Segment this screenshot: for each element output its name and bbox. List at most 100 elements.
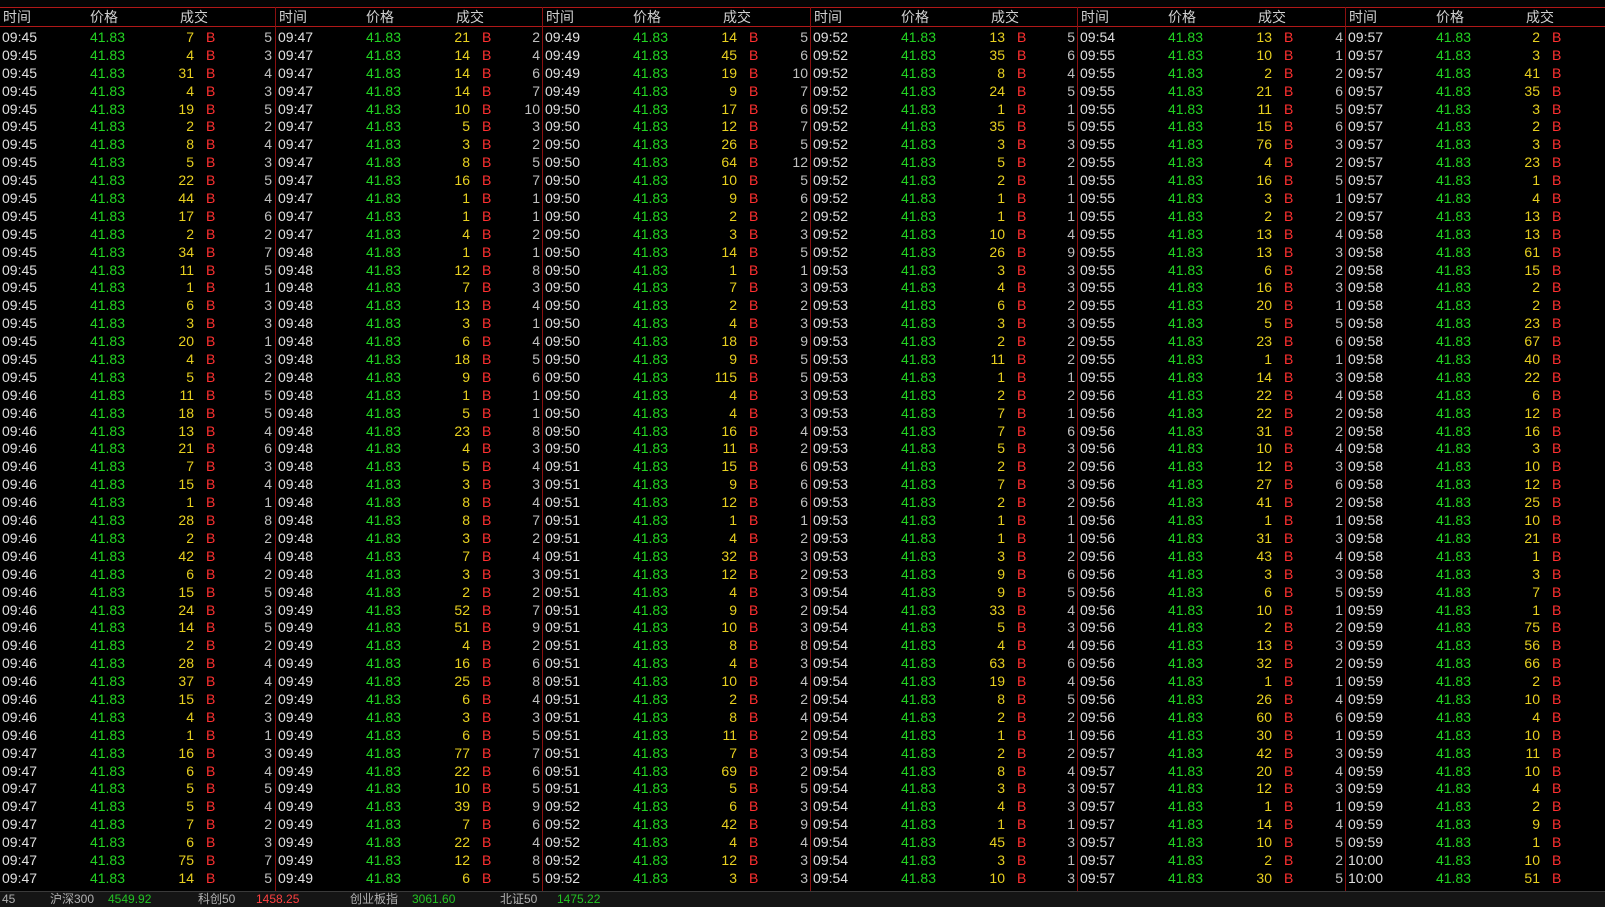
trade-volume: 10 (1524, 690, 1540, 707)
buy-sell-flag: B (206, 82, 216, 99)
trade-time: 09:49 (278, 708, 314, 725)
trade-price: 41.83 (365, 708, 401, 725)
trade-count: 2 (1067, 333, 1075, 350)
trade-count: 2 (800, 601, 808, 618)
buy-sell-flag: B (1552, 172, 1562, 189)
trade-price: 41.83 (632, 46, 668, 63)
trade-time: 09:52 (813, 118, 849, 135)
trade-price: 41.83 (89, 529, 125, 546)
buy-sell-flag: B (749, 565, 759, 582)
trade-time: 09:48 (278, 315, 314, 332)
trade-volume: 11 (722, 726, 737, 743)
trade-time: 09:45 (2, 154, 38, 171)
trade-price: 41.83 (632, 744, 668, 761)
buy-sell-flag: B (482, 512, 492, 529)
trade-volume: 3 (997, 261, 1005, 278)
trade-count: 1 (532, 315, 540, 332)
index-name[interactable]: 北证50 (500, 892, 537, 907)
trade-time: 09:52 (813, 190, 849, 207)
trade-count: 3 (1335, 458, 1343, 475)
trade-count: 1 (1335, 46, 1343, 63)
trade-count: 2 (532, 637, 540, 654)
trade-volume: 35 (989, 46, 1005, 63)
table-row: 09:57 41.83 3 B (1346, 136, 1605, 154)
trade-count: 3 (1067, 780, 1075, 797)
index-name[interactable]: 沪深300 (50, 892, 94, 907)
trade-volume: 5 (462, 458, 470, 475)
trade-count: 2 (800, 529, 808, 546)
trade-volume: 11 (179, 261, 194, 278)
trade-volume: 14 (178, 619, 194, 636)
trade-volume: 11 (1525, 744, 1540, 761)
trade-price: 41.83 (1167, 368, 1203, 385)
trade-volume: 7 (1532, 583, 1540, 600)
trade-count: 6 (264, 207, 272, 224)
trade-volume: 2 (186, 529, 194, 546)
buy-sell-flag: B (1284, 708, 1294, 725)
trade-volume: 2 (729, 297, 737, 314)
trade-volume: 22 (454, 834, 470, 851)
trade-time: 09:58 (1348, 386, 1384, 403)
trade-price: 41.83 (365, 172, 401, 189)
trade-volume: 6 (729, 798, 737, 815)
buy-sell-flag: B (1284, 798, 1294, 815)
trade-price: 41.83 (632, 172, 668, 189)
trade-volume: 2 (1532, 798, 1540, 815)
trade-price: 41.83 (365, 351, 401, 368)
trade-count: 7 (800, 118, 808, 135)
trade-price: 41.83 (89, 100, 125, 117)
trade-volume: 77 (454, 744, 470, 761)
trade-volume: 44 (178, 190, 194, 207)
trade-time: 09:59 (1348, 619, 1384, 636)
table-row: 09:51 41.83 11 B 2 (543, 727, 811, 745)
trade-volume: 3 (186, 315, 194, 332)
buy-sell-flag: B (1552, 207, 1562, 224)
trade-count: 4 (1067, 673, 1075, 690)
trade-time: 09:56 (1080, 494, 1116, 511)
table-row: 09:56 41.83 22 B 4 (1078, 387, 1346, 405)
trade-volume: 22 (454, 762, 470, 779)
buy-sell-flag: B (1017, 834, 1027, 851)
trade-price: 41.83 (89, 190, 125, 207)
table-row: 09:46 41.83 37 B 4 (0, 673, 275, 691)
table-row: 09:50 41.83 10 B 5 (543, 172, 811, 190)
trade-price: 41.83 (365, 798, 401, 815)
trade-price: 41.83 (632, 529, 668, 546)
buy-sell-flag: B (1552, 333, 1562, 350)
trade-price: 41.83 (632, 243, 668, 260)
column-header: 时间 价格 成交 (276, 7, 543, 27)
trade-count: 5 (1067, 118, 1075, 135)
trade-time: 09:57 (1080, 798, 1116, 815)
buy-sell-flag: B (1017, 458, 1027, 475)
trade-price: 41.83 (1435, 404, 1471, 421)
index-name[interactable]: 科创50 (198, 892, 235, 907)
trade-time: 09:55 (1080, 351, 1116, 368)
trade-volume: 3 (1264, 190, 1272, 207)
trade-time: 09:51 (545, 476, 581, 493)
index-name[interactable]: 创业板指 (350, 892, 398, 907)
trade-price: 41.83 (900, 261, 936, 278)
trade-volume: 30 (1256, 726, 1272, 743)
trade-volume: 1 (729, 261, 737, 278)
trade-time: 09:51 (545, 780, 581, 797)
trade-time: 09:58 (1348, 351, 1384, 368)
table-row: 09:49 41.83 6 B 5 (276, 727, 543, 745)
table-row: 09:49 41.83 16 B 6 (276, 655, 543, 673)
trade-time: 09:56 (1080, 529, 1116, 546)
trade-time: 09:59 (1348, 601, 1384, 618)
trade-price: 41.83 (1435, 333, 1471, 350)
table-row: 09:50 41.83 4 B 3 (543, 315, 811, 333)
trade-price: 41.83 (632, 583, 668, 600)
trade-volume: 4 (729, 655, 737, 672)
trade-price: 41.83 (1435, 798, 1471, 815)
table-row: 09:52 41.83 3 B 3 (543, 870, 811, 888)
trade-count: 5 (264, 780, 272, 797)
buy-sell-flag: B (1552, 529, 1562, 546)
buy-sell-flag: B (1284, 655, 1294, 672)
trade-price: 41.83 (365, 225, 401, 242)
buy-sell-flag: B (206, 386, 216, 403)
trade-time: 09:54 (813, 673, 849, 690)
buy-sell-flag: B (206, 512, 216, 529)
buy-sell-flag: B (482, 351, 492, 368)
trade-price: 41.83 (365, 565, 401, 582)
